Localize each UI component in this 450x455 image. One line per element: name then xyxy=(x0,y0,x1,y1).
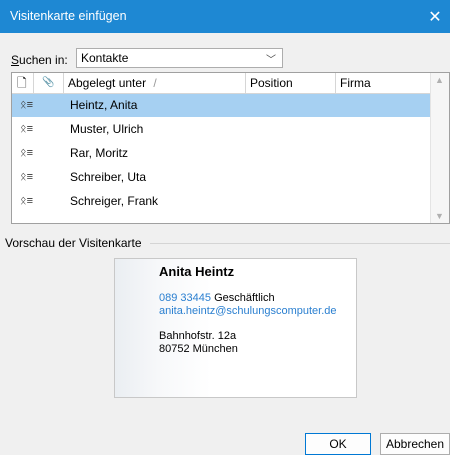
card-email: anita.heintz@schulungscomputer.de xyxy=(159,305,337,317)
search-in-dropdown[interactable]: Kontakte ﹀ xyxy=(76,48,283,68)
list-item[interactable]: ᛟ≡ Rar, Moritz xyxy=(12,142,432,165)
attachment-icon[interactable]: 📎 xyxy=(34,73,64,93)
card-city: 80752 München xyxy=(159,343,238,355)
column-position[interactable]: Position xyxy=(246,73,336,93)
column-filed-as[interactable]: Abgelegt unter / xyxy=(64,73,246,93)
scroll-down-icon[interactable]: ▼ xyxy=(435,211,444,221)
contact-icon: ᛟ≡ xyxy=(20,123,34,135)
contact-icon: ᛟ≡ xyxy=(20,171,34,183)
search-in-value: Kontakte xyxy=(81,51,129,65)
contact-list[interactable]: 🗋 📎 Abgelegt unter / Position Firma ᛟ≡ H… xyxy=(11,72,450,224)
list-item[interactable]: ᛟ≡ Muster, Ulrich xyxy=(12,118,432,141)
ok-button[interactable]: OK xyxy=(305,433,371,455)
contact-name: Schreiger, Frank xyxy=(70,194,159,208)
business-card-preview: Anita Heintz 089 33445 Geschäftlich anit… xyxy=(114,258,357,398)
contact-icon: ᛟ≡ xyxy=(20,147,34,159)
list-item[interactable]: ᛟ≡ Schreiber, Uta xyxy=(12,166,432,189)
vertical-scrollbar[interactable]: ▲ ▼ xyxy=(430,73,449,223)
card-phone-number: 089 33445 xyxy=(159,292,211,304)
list-item[interactable]: ᛟ≡ Heintz, Anita xyxy=(12,94,432,117)
window-title: Visitenkarte einfügen xyxy=(10,9,127,23)
close-icon[interactable]: ✕ xyxy=(420,0,450,33)
card-name: Anita Heintz xyxy=(159,264,235,279)
card-phone: 089 33445 Geschäftlich xyxy=(159,292,275,304)
list-header: 🗋 📎 Abgelegt unter / Position Firma xyxy=(12,73,432,94)
contact-icon: ᛟ≡ xyxy=(20,99,34,111)
search-in-label: Suchen in: xyxy=(11,53,68,67)
card-street: Bahnhofstr. 12a xyxy=(159,330,237,342)
sort-icon: / xyxy=(153,76,157,90)
chevron-down-icon: ﹀ xyxy=(266,55,276,66)
document-icon[interactable]: 🗋 xyxy=(12,73,34,93)
contact-name: Heintz, Anita xyxy=(70,98,138,112)
scroll-up-icon[interactable]: ▲ xyxy=(435,75,444,85)
contact-name: Schreiber, Uta xyxy=(70,170,147,184)
contact-name: Muster, Ulrich xyxy=(70,122,144,136)
column-company[interactable]: Firma xyxy=(336,73,432,93)
card-phone-type: Geschäftlich xyxy=(214,292,275,304)
group-divider xyxy=(150,243,450,244)
list-item[interactable]: ᛟ≡ Schreiger, Frank xyxy=(12,190,432,213)
contact-name: Rar, Moritz xyxy=(70,146,129,160)
contact-icon: ᛟ≡ xyxy=(20,195,34,207)
preview-group-label: Vorschau der Visitenkarte xyxy=(5,236,148,250)
cancel-button[interactable]: Abbrechen xyxy=(380,433,450,455)
title-bar: Visitenkarte einfügen ✕ xyxy=(0,0,450,33)
